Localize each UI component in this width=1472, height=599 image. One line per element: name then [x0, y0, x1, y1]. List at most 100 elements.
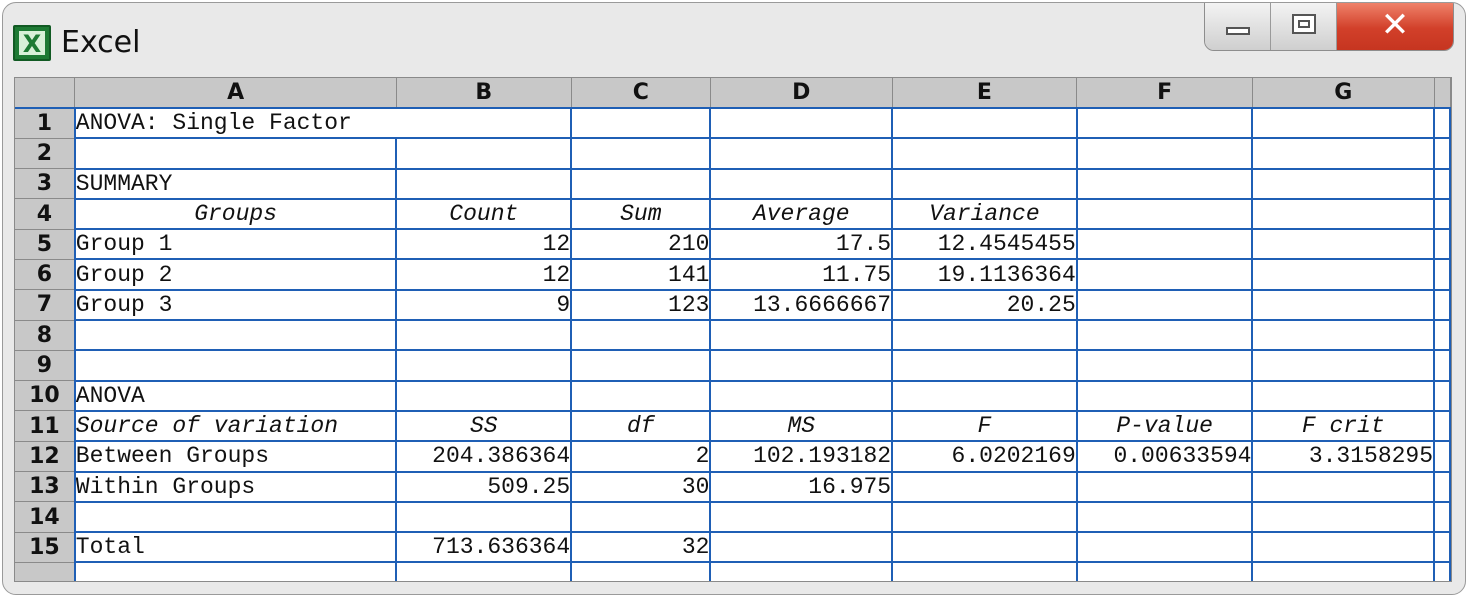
- cell-c7[interactable]: 123: [571, 289, 712, 322]
- cell-d4[interactable]: Average: [710, 198, 894, 231]
- cell-a8[interactable]: [74, 320, 398, 352]
- cell-h5[interactable]: [1434, 229, 1451, 261]
- cell-a7[interactable]: Group 3: [74, 289, 398, 322]
- cell-g8[interactable]: [1252, 320, 1436, 352]
- cell-f1[interactable]: [1076, 108, 1254, 140]
- row-header-13[interactable]: 13: [15, 471, 76, 503]
- column-header-h[interactable]: [1434, 78, 1451, 109]
- cell-f6[interactable]: [1076, 259, 1254, 291]
- cell-g16[interactable]: [1252, 562, 1436, 581]
- cell-c5[interactable]: 210: [571, 229, 712, 261]
- cell-d7[interactable]: 13.6666667: [710, 289, 894, 322]
- cell-f10[interactable]: [1076, 380, 1254, 412]
- cell-g11[interactable]: F crit: [1252, 410, 1436, 443]
- cell-h8[interactable]: [1434, 320, 1451, 352]
- cell-e10[interactable]: [892, 380, 1078, 412]
- cell-b6[interactable]: 12: [396, 259, 573, 291]
- cell-d16[interactable]: [710, 562, 894, 581]
- cell-c10[interactable]: [571, 380, 712, 412]
- cell-d1[interactable]: [710, 108, 894, 140]
- cell-d5[interactable]: 17.5: [710, 229, 894, 261]
- row-header-2[interactable]: 2: [15, 138, 76, 170]
- cell-c14[interactable]: [571, 501, 712, 534]
- column-header-a[interactable]: A: [74, 78, 397, 109]
- column-header-e[interactable]: E: [892, 78, 1078, 109]
- cell-a16[interactable]: [74, 562, 398, 581]
- cell-d6[interactable]: 11.75: [710, 259, 894, 291]
- cell-a4[interactable]: Groups: [74, 198, 398, 231]
- row-header-8[interactable]: 8: [15, 320, 76, 351]
- cell-d8[interactable]: [710, 320, 894, 352]
- row-header-10[interactable]: 10: [15, 380, 76, 412]
- cell-d2[interactable]: [710, 138, 894, 170]
- cell-a9[interactable]: [74, 350, 398, 382]
- row-header-12[interactable]: 12: [15, 441, 76, 473]
- cell-b1[interactable]: [396, 108, 573, 140]
- cell-b7[interactable]: 9: [396, 289, 573, 322]
- cell-b8[interactable]: [396, 320, 573, 352]
- cell-b15[interactable]: 713.636364: [396, 532, 573, 564]
- cell-e1[interactable]: [892, 108, 1078, 140]
- cell-f14[interactable]: [1076, 501, 1254, 534]
- cell-h16[interactable]: [1434, 562, 1451, 581]
- cell-a2[interactable]: [74, 138, 398, 170]
- cell-e2[interactable]: [892, 138, 1078, 170]
- cell-e6[interactable]: 19.1136364: [892, 259, 1078, 291]
- cell-d10[interactable]: [710, 380, 894, 412]
- cell-a6[interactable]: Group 2: [74, 259, 398, 291]
- cell-a5[interactable]: Group 1: [74, 229, 398, 261]
- cell-g2[interactable]: [1252, 138, 1436, 170]
- cell-f3[interactable]: [1076, 168, 1254, 200]
- cell-f13[interactable]: [1076, 471, 1254, 503]
- cell-b16[interactable]: [396, 562, 573, 581]
- cell-a15[interactable]: Total: [74, 532, 398, 564]
- column-header-d[interactable]: D: [710, 78, 893, 109]
- cell-e7[interactable]: 20.25: [892, 289, 1078, 322]
- cell-c8[interactable]: [571, 320, 712, 352]
- cell-c16[interactable]: [571, 562, 712, 581]
- cell-e12[interactable]: 6.0202169: [892, 441, 1078, 473]
- cell-h15[interactable]: [1434, 532, 1451, 564]
- row-header-3[interactable]: 3: [15, 168, 76, 200]
- cell-g1[interactable]: [1252, 108, 1436, 140]
- cell-b10[interactable]: [396, 380, 573, 412]
- cell-b9[interactable]: [396, 350, 573, 382]
- cell-c15[interactable]: 32: [571, 532, 712, 564]
- cell-c11[interactable]: df: [571, 410, 712, 443]
- cell-c6[interactable]: 141: [571, 259, 712, 291]
- cell-b12[interactable]: 204.386364: [396, 441, 573, 473]
- cell-a14[interactable]: [74, 501, 398, 534]
- cell-e3[interactable]: [892, 168, 1078, 200]
- cell-a13[interactable]: Within Groups: [74, 471, 398, 503]
- cell-b13[interactable]: 509.25: [396, 471, 573, 503]
- cell-h3[interactable]: [1434, 168, 1451, 200]
- close-button[interactable]: ✕: [1337, 3, 1453, 50]
- cell-d15[interactable]: [710, 532, 894, 564]
- cell-e15[interactable]: [892, 532, 1078, 564]
- cell-h11[interactable]: [1434, 410, 1451, 443]
- cell-f7[interactable]: [1076, 289, 1254, 322]
- row-header-9[interactable]: 9: [15, 350, 76, 382]
- spreadsheet-grid[interactable]: A B C D E F G 1 ANOVA: Single Factor 2 3…: [14, 77, 1452, 582]
- cell-b4[interactable]: Count: [396, 198, 573, 231]
- cell-c13[interactable]: 30: [571, 471, 712, 503]
- cell-c1[interactable]: [571, 108, 712, 140]
- column-header-b[interactable]: B: [396, 78, 572, 109]
- cell-f15[interactable]: [1076, 532, 1254, 564]
- cell-g6[interactable]: [1252, 259, 1436, 291]
- cell-c3[interactable]: [571, 168, 712, 200]
- cell-b11[interactable]: SS: [396, 410, 573, 443]
- cell-a10[interactable]: ANOVA: [74, 380, 398, 412]
- cell-g13[interactable]: [1252, 471, 1436, 503]
- row-header-7[interactable]: 7: [15, 289, 76, 321]
- cell-g3[interactable]: [1252, 168, 1436, 200]
- cell-f5[interactable]: [1076, 229, 1254, 261]
- cell-h6[interactable]: [1434, 259, 1451, 291]
- cell-b3[interactable]: [396, 168, 573, 200]
- column-header-c[interactable]: C: [571, 78, 711, 109]
- row-header-6[interactable]: 6: [15, 259, 76, 291]
- cell-h10[interactable]: [1434, 380, 1451, 412]
- cell-e9[interactable]: [892, 350, 1078, 382]
- cell-h4[interactable]: [1434, 198, 1451, 231]
- cell-c4[interactable]: Sum: [571, 198, 712, 231]
